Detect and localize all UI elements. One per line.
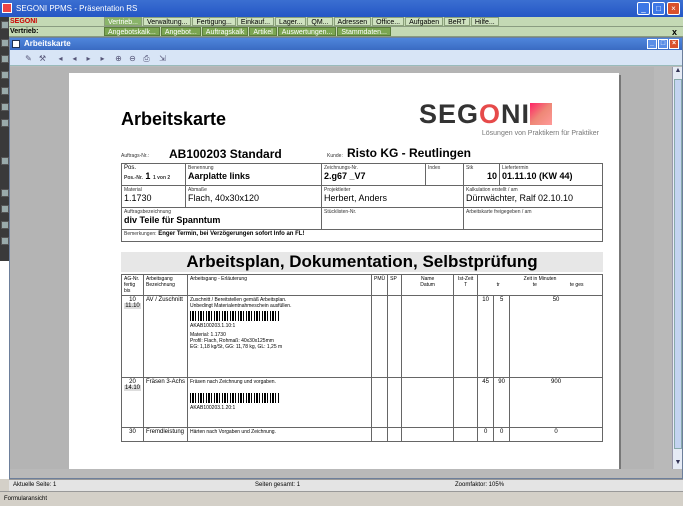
menu-item-vertrieb[interactable]: Vertrieb...: [104, 17, 142, 26]
report-page: Arbeitskarte SEGONI Lösungen von Praktik…: [69, 73, 619, 469]
report-window-title-bar: Arbeitskarte _ □ ×: [10, 38, 682, 50]
menu-item-adressen[interactable]: Adressen: [333, 17, 372, 26]
auftrag-value: AB100203 Standard: [169, 147, 282, 161]
report-icon: [12, 40, 20, 48]
tool-icon-10[interactable]: [1, 205, 9, 213]
submenu-label: Vertrieb:: [10, 28, 39, 35]
menu-item-einkauf[interactable]: Einkauf...: [236, 17, 275, 26]
last-page-icon[interactable]: ▸: [98, 54, 107, 63]
scroll-down-icon[interactable]: ▼: [673, 459, 683, 469]
order-info-table: Pos. Pos.-Nr. 1 1 von 2 Benennung Aarplatt…: [121, 163, 603, 242]
order-header: Auftrags-Nr.: AB100203 Standard Kunde: R…: [121, 146, 603, 161]
tool-icon-4[interactable]: [1, 71, 9, 79]
print-icon[interactable]: ⎙: [142, 54, 151, 63]
submenu-item-angebot[interactable]: Angebot...: [160, 27, 201, 36]
menu-label: SEGONI: [10, 18, 38, 25]
report-minimize-button[interactable]: _: [647, 39, 657, 49]
scroll-thumb[interactable]: [674, 79, 682, 449]
menu-item-office[interactable]: Office...: [372, 17, 405, 26]
report-window-title: Arbeitskarte: [24, 39, 71, 48]
work-row-10: 10 11.10 AV / Zuschnitt Zuschnitt / Berei…: [121, 295, 603, 378]
work-row-20: 20 14.10 Fräsen 3-Achs Fräsen nach Zeichn…: [121, 377, 603, 428]
report-window: Arbeitskarte _ □ × ✎ ⚒ ◂ ◂ ▸ ▸ ⊕ ⊖ ⎙ ⇲ A…: [9, 37, 683, 479]
app-icon: [2, 3, 12, 13]
menu-item-lager[interactable]: Lager...: [275, 17, 307, 26]
menu-item-verwaltung[interactable]: Verwaltung...: [142, 17, 192, 26]
report-close-button[interactable]: ×: [669, 39, 679, 49]
barcode-20: [190, 393, 280, 403]
submenu-item-stammdaten[interactable]: Stammdaten...: [337, 27, 391, 36]
menu-item-aufgaben[interactable]: Aufgaben: [405, 17, 444, 26]
prev-page-icon[interactable]: ◂: [70, 54, 79, 63]
export-icon[interactable]: ⇲: [158, 54, 167, 63]
kunde-label: Kunde:: [327, 153, 343, 159]
submenu-item-auswertungen[interactable]: Auswertungen...: [277, 27, 337, 36]
status-bar: Aktuelle Seite: 1 Seiten gesamt: 1 Zoomf…: [9, 479, 683, 491]
left-toolbar: [0, 17, 9, 261]
logo-mark-icon: [530, 103, 553, 125]
tool-icon-1[interactable]: [1, 21, 9, 29]
tool-icon-11[interactable]: [1, 221, 9, 229]
main-menu-bar: SEGONI Vertrieb... Verwaltung... Fertigu…: [8, 17, 683, 27]
total-pages: Seiten gesamt: 1: [255, 482, 301, 488]
next-page-icon[interactable]: ▸: [84, 54, 93, 63]
scroll-up-icon[interactable]: ▲: [673, 67, 683, 77]
title-bar: SEGONI PPMS - Präsentation RS _ □ ×: [0, 0, 683, 17]
edit-icon[interactable]: ✎: [24, 54, 33, 63]
menu-item-fertigung[interactable]: Fertigung...: [192, 17, 236, 26]
submenu-item-auftragskalk[interactable]: Auftragskalk: [201, 27, 249, 36]
logo-tagline: Lösungen von Praktikern für Praktiker: [481, 130, 599, 137]
auftrag-label: Auftrags-Nr.:: [121, 153, 150, 159]
view-mode-label: Formularansicht: [4, 496, 48, 502]
close-button[interactable]: ×: [667, 2, 680, 15]
zoom-out-icon[interactable]: ⊖: [128, 54, 137, 63]
sub-menu-bar: Vertrieb: Angebotskalk... Angebot... Auf…: [8, 27, 683, 37]
report-maximize-button[interactable]: □: [658, 39, 668, 49]
tool-icon-2[interactable]: [1, 39, 9, 47]
tool-icon-8[interactable]: [1, 157, 9, 165]
current-page: Aktuelle Seite: 1: [13, 482, 57, 488]
report-preview: Arbeitskarte SEGONI Lösungen von Praktik…: [10, 67, 654, 469]
kunde-value: Risto KG - Reutlingen: [347, 146, 471, 160]
bottom-bar: Formularansicht: [0, 491, 683, 506]
menu-item-bert[interactable]: BeRT: [444, 17, 470, 26]
doc-title: Arbeitskarte: [121, 109, 227, 129]
section-title: Arbeitsplan, Dokumentation, Selbstprüfun…: [121, 252, 603, 272]
minimize-button[interactable]: _: [637, 2, 650, 15]
window-title: SEGONI PPMS - Präsentation RS: [16, 4, 138, 13]
submenu-item-angebotskalk[interactable]: Angebotskalk...: [104, 27, 160, 36]
submenu-item-artikel[interactable]: Artikel: [249, 27, 277, 36]
zoom-icon[interactable]: ⊕: [114, 54, 123, 63]
tool-icon-6[interactable]: [1, 103, 9, 111]
tool-icon-7[interactable]: [1, 119, 9, 127]
menu-item-qm[interactable]: QM...: [307, 17, 333, 26]
tools-icon[interactable]: ⚒: [38, 54, 47, 63]
sideband: [0, 261, 9, 479]
work-row-30: 30 Fremdleistung Härten nach Vorgaben un…: [121, 427, 603, 442]
barcode-10: [190, 311, 280, 321]
zoom-factor: Zoomfaktor: 105%: [455, 482, 505, 488]
tool-icon-12[interactable]: [1, 237, 9, 245]
first-page-icon[interactable]: ◂: [56, 54, 65, 63]
maximize-button[interactable]: □: [652, 2, 665, 15]
vertical-scrollbar[interactable]: ▲ ▼: [672, 67, 682, 469]
segoni-logo: SEGONI Lösungen von Praktikern für Prakt…: [419, 99, 599, 137]
tool-icon-3[interactable]: [1, 55, 9, 63]
preview-toolbar: ✎ ⚒ ◂ ◂ ▸ ▸ ⊕ ⊖ ⎙ ⇲: [10, 50, 682, 66]
submenu-close-icon[interactable]: x: [672, 27, 677, 37]
tool-icon-5[interactable]: [1, 87, 9, 95]
work-plan-table: AG-Nr. fertig bis Arbeitsgang Bezeichnung …: [121, 274, 603, 442]
menu-item-hilfe[interactable]: Hilfe...: [470, 17, 499, 26]
tool-icon-9[interactable]: [1, 189, 9, 197]
